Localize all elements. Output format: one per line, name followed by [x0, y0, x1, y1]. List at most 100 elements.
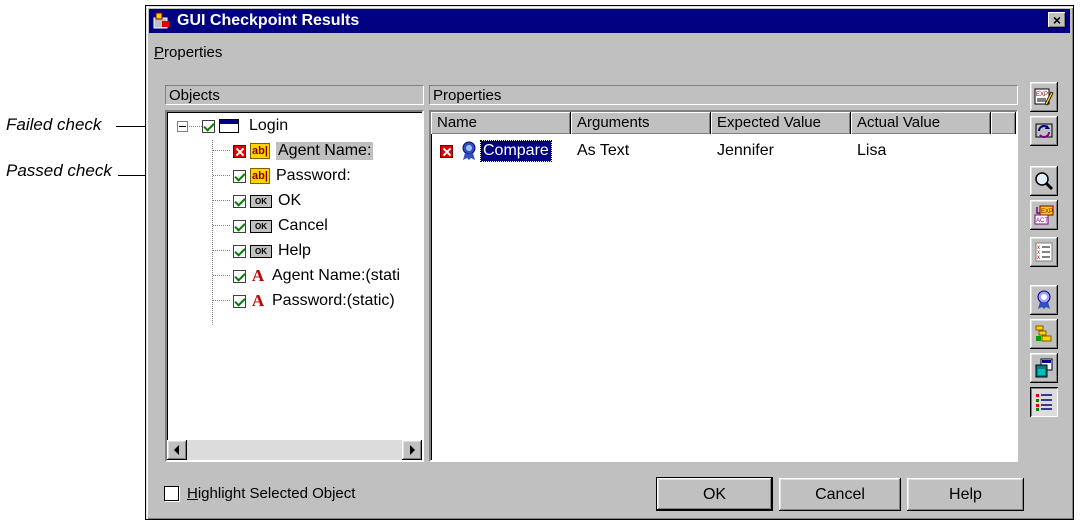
passed-check-icon: [233, 269, 246, 283]
table-row[interactable]: Compare As Text Jennifer Lisa: [431, 140, 1016, 162]
checkbox-box[interactable]: [164, 486, 179, 501]
static-text-icon: A: [251, 291, 265, 310]
tree-item-label: Password:(static): [272, 292, 395, 309]
scroll-left-button[interactable]: [167, 440, 187, 460]
menu-bar: Properties: [150, 40, 226, 64]
tree-item-label: Login: [249, 117, 289, 134]
svg-text:x: x: [1037, 255, 1040, 261]
window-title: GUI Checkpoint Results: [177, 12, 360, 29]
collapse-minus: [179, 125, 186, 127]
specify-arguments-button[interactable]: [1030, 285, 1058, 315]
copy-icon: [1035, 358, 1053, 378]
tree-item-login[interactable]: Login: [177, 115, 288, 137]
tree-item-ok[interactable]: OK OK: [233, 190, 301, 212]
scroll-right-arrow: [410, 445, 415, 455]
tree-item-label: Agent Name:: [276, 142, 374, 160]
menu-properties[interactable]: Properties: [150, 44, 226, 61]
properties-list[interactable]: Name Arguments Expected Value Actual Val…: [429, 110, 1018, 462]
column-header-actual-value[interactable]: Actual Value: [851, 112, 991, 134]
tree-item-label: OK: [278, 192, 302, 209]
tree-item-label: Agent Name:(stati: [272, 267, 401, 284]
property-actual-cell: Lisa: [857, 142, 887, 159]
cancel-button-label: Cancel: [815, 486, 865, 503]
tree-item-label: Help: [278, 242, 311, 259]
expected-actual-button[interactable]: EXP ACT: [1030, 200, 1058, 230]
tree-connector: [213, 175, 231, 176]
menu-properties-label: roperties: [164, 43, 223, 61]
tree-item-help[interactable]: OK Help: [233, 240, 311, 262]
push-button-icon: OK: [250, 219, 272, 233]
help-button[interactable]: Help: [907, 478, 1024, 511]
compare-icon: x x x: [1035, 242, 1053, 262]
cancel-button[interactable]: Cancel: [779, 478, 901, 511]
zoom-button[interactable]: [1030, 166, 1058, 196]
tree-item-agent-name-static[interactable]: A Agent Name:(stati: [233, 265, 400, 287]
update-button[interactable]: [1030, 116, 1058, 146]
tree-item-password[interactable]: ab| Password:: [233, 165, 351, 187]
specify-args-icon: [1037, 290, 1051, 309]
column-header-name[interactable]: Name: [431, 112, 571, 134]
expected-actual-icon: EXP ACT: [1034, 205, 1054, 225]
tree-item-cancel[interactable]: OK Cancel: [233, 215, 328, 237]
column-header-expected-value[interactable]: Expected Value: [711, 112, 851, 134]
highlight-selected-object-checkbox[interactable]: Highlight Selected Object: [164, 485, 355, 502]
scroll-left-arrow: [174, 445, 179, 455]
passed-check-icon: [233, 194, 246, 208]
ok-button-label: OK: [702, 486, 727, 503]
objects-panel-header: Objects: [165, 85, 424, 105]
passed-check-icon: [202, 119, 215, 133]
checkbox-label: Highlight Selected Object: [187, 485, 355, 502]
menu-properties-mnemonic: P: [154, 43, 165, 61]
compare-button[interactable]: x x x: [1030, 237, 1058, 267]
property-expected-cell: Jennifer: [717, 142, 774, 159]
passed-check-icon: [233, 169, 246, 183]
title-bar[interactable]: GUI Checkpoint Results ×: [149, 9, 1070, 33]
tree-connector: [213, 225, 231, 226]
failed-check-icon: [233, 144, 246, 158]
stack-icon: [1035, 325, 1052, 342]
property-name-cell: Compare: [480, 140, 552, 162]
edit-expected-button[interactable]: EXP: [1030, 82, 1058, 112]
property-arguments-cell: As Text: [577, 142, 630, 159]
passed-check-icon: [233, 219, 246, 233]
push-button-icon: OK: [250, 194, 272, 208]
collapse-icon[interactable]: [177, 120, 188, 132]
copy-button[interactable]: [1030, 353, 1058, 383]
column-header-filler: [991, 112, 1016, 134]
tree-item-agent-name[interactable]: ab| Agent Name:: [233, 140, 374, 162]
objects-tree[interactable]: Login ab| Agent Name: ab| Password: OK O…: [165, 110, 424, 462]
tree-item-password-static[interactable]: A Password:(static): [233, 290, 395, 312]
update-icon: [1035, 123, 1053, 138]
edit-field-icon: ab|: [250, 168, 270, 184]
window-icon: [219, 119, 239, 133]
exp-label-text: EXP: [1036, 92, 1048, 98]
horizontal-scrollbar[interactable]: [167, 440, 422, 460]
passed-check-callout: Passed check: [6, 161, 112, 180]
tree-connector: [213, 275, 231, 276]
failed-check-icon: [440, 145, 453, 158]
exp-label-text: EXP: [1041, 209, 1053, 215]
app-icon: [153, 12, 171, 30]
checklist-icon: [1036, 394, 1052, 411]
tree-item-label: Cancel: [278, 217, 328, 234]
compare-property-icon: [462, 141, 476, 160]
edit-expected-icon: EXP: [1034, 88, 1054, 106]
checkbox-label-mnemonic: H: [187, 485, 198, 502]
edit-field-icon: ab|: [250, 143, 270, 159]
help-button-label: Help: [949, 486, 982, 503]
failed-check-callout: Failed check: [6, 115, 102, 134]
ok-button[interactable]: OK: [656, 477, 773, 511]
checklist-button[interactable]: [1030, 387, 1058, 417]
gui-checkpoint-results-dialog: GUI Checkpoint Results × Properties Obje…: [145, 5, 1074, 520]
tree-connector: [213, 300, 231, 301]
properties-panel-header: Properties: [429, 85, 1018, 105]
tree-connector: [213, 250, 231, 251]
stack-button[interactable]: [1030, 319, 1058, 349]
scroll-right-button[interactable]: [402, 440, 422, 460]
passed-check-icon: [233, 244, 246, 258]
column-header-arguments[interactable]: Arguments: [571, 112, 711, 134]
tree-connector: [212, 140, 213, 325]
tree-connector: [213, 150, 231, 151]
close-button[interactable]: ×: [1048, 12, 1066, 28]
checkbox-label-rest: ighlight Selected Object: [197, 485, 356, 502]
